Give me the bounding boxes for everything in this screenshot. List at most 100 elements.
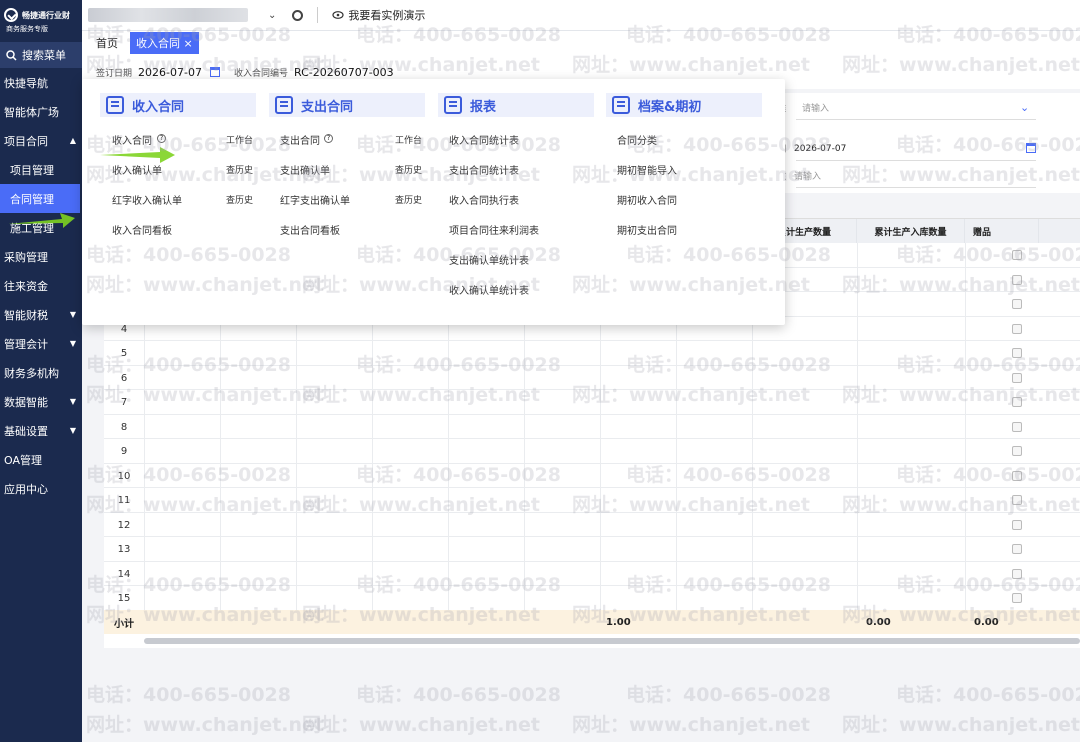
sidebar-item[interactable]: 项目合同 ▲ — [0, 126, 82, 155]
gift-checkbox[interactable] — [1012, 372, 1022, 383]
menu-tool-link[interactable]: 工作台 — [226, 133, 253, 146]
table-row[interactable]: 10 — [104, 464, 1080, 488]
sidebar-item[interactable]: 项目管理 — [0, 155, 82, 184]
chevron-down-icon[interactable]: ⌄ — [268, 10, 276, 21]
sidebar-item[interactable]: 管理会计 ▼ — [0, 329, 82, 358]
sidebar-item[interactable]: 往来资金 — [0, 271, 82, 300]
calendar-icon[interactable] — [209, 67, 220, 77]
category-input[interactable]: 请输入 — [802, 101, 829, 114]
gift-checkbox[interactable] — [1012, 421, 1022, 432]
sidebar-item-label: 应用中心 — [4, 482, 48, 496]
arrow-pointer-icon — [100, 147, 175, 163]
table-row[interactable]: 6 — [104, 366, 1080, 390]
gift-checkbox[interactable] — [1012, 593, 1022, 603]
demo-link[interactable]: 我要看实例演示 — [332, 7, 425, 23]
sidebar-item[interactable]: 快捷导航 — [0, 68, 82, 97]
table-row[interactable]: 5 — [104, 341, 1080, 366]
category-archive-opening: 档案&期初 — [606, 93, 762, 117]
calendar-icon[interactable] — [1026, 143, 1036, 153]
gift-checkbox[interactable] — [1012, 299, 1022, 309]
tab-home[interactable]: 首页 — [92, 32, 122, 54]
table-row[interactable]: 11 — [104, 488, 1080, 513]
menu-item-archive[interactable]: 期初收入合同 — [617, 192, 677, 207]
table-row[interactable]: 14 — [104, 562, 1080, 586]
caret-down-icon[interactable]: ▼ — [70, 426, 76, 435]
menu-item-report[interactable]: 收入合同统计表 — [449, 132, 519, 147]
gift-checkbox[interactable] — [1012, 250, 1022, 260]
table-row[interactable]: 12 — [104, 513, 1080, 537]
sidebar-item[interactable]: 应用中心 — [0, 474, 82, 503]
contract-no-value[interactable]: RC-20260707-003 — [294, 66, 394, 79]
category-reports: 报表 — [438, 93, 594, 117]
menu-tool-link[interactable]: 查历史 — [395, 163, 422, 176]
date-input[interactable]: 2026-07-07 — [794, 144, 846, 154]
menu-item-archive[interactable]: 期初智能导入 — [617, 162, 677, 177]
caret-down-icon[interactable]: ▼ — [70, 397, 76, 406]
sidebar-item[interactable]: 智能财税 ▼ — [0, 300, 82, 329]
sidebar-item-label: 财务多机构 — [4, 366, 59, 380]
caret-up-icon[interactable]: ▲ — [70, 136, 76, 145]
table-row[interactable]: 13 — [104, 537, 1080, 562]
menu-item-report[interactable]: 收入合同执行表 — [449, 192, 519, 207]
table-row[interactable]: 7 — [104, 390, 1080, 415]
gift-checkbox[interactable] — [1012, 323, 1022, 334]
search-menu-button[interactable]: 搜索菜单 — [0, 42, 82, 68]
menu-item-income[interactable]: 红字收入确认单 — [112, 192, 182, 207]
sidebar-item-label: 项目合同 — [4, 134, 48, 148]
menu-item-income[interactable]: 收入确认单 — [112, 162, 162, 177]
menu-tool-link[interactable]: 查历史 — [226, 193, 253, 206]
gear-icon[interactable] — [292, 9, 304, 21]
tab-income-contract[interactable]: 收入合同 × — [130, 32, 199, 54]
help-icon[interactable]: ? — [157, 134, 166, 143]
caret-down-icon[interactable]: ▼ — [70, 339, 76, 348]
sidebar-item[interactable]: 数据智能 ▼ — [0, 387, 82, 416]
horizontal-scrollbar[interactable] — [144, 638, 1080, 644]
account-selector-blurred[interactable] — [88, 8, 248, 22]
logo[interactable]: 畅捷通行业财 商务服务专版 — [0, 0, 82, 42]
gift-checkbox[interactable] — [1012, 348, 1022, 358]
help-icon[interactable]: ? — [324, 134, 333, 143]
income-contract-icon — [106, 96, 124, 114]
sign-date-value[interactable]: 2026-07-07 — [138, 66, 202, 79]
menu-item-income[interactable]: 收入合同看板 — [112, 222, 172, 237]
sidebar-item[interactable]: 财务多机构 — [0, 358, 82, 387]
gift-checkbox[interactable] — [1012, 544, 1022, 554]
sidebar-item[interactable]: 合同管理 — [0, 184, 80, 213]
menu-tool-link[interactable]: 查历史 — [395, 193, 422, 206]
row-number: 13 — [117, 544, 131, 555]
gift-checkbox[interactable] — [1012, 274, 1022, 285]
sidebar-item[interactable]: 智能体广场 — [0, 97, 82, 126]
table-row[interactable]: 15 — [104, 586, 1080, 611]
menu-tool-link[interactable]: 工作台 — [395, 133, 422, 146]
demo-label: 我要看实例演示 — [348, 9, 426, 22]
table-row[interactable]: 8 — [104, 415, 1080, 439]
sidebar-item[interactable]: OA管理 — [0, 445, 82, 474]
menu-item-report[interactable]: 项目合同往来利润表 — [449, 222, 539, 237]
menu-item-expense[interactable]: 支出确认单 — [280, 162, 330, 177]
menu-item-income[interactable]: 收入合同 — [112, 132, 152, 147]
gift-checkbox[interactable] — [1012, 397, 1022, 407]
row-number: 10 — [117, 470, 131, 482]
gift-checkbox[interactable] — [1012, 470, 1022, 481]
menu-tool-link[interactable]: 查历史 — [226, 163, 253, 176]
remark-input[interactable]: 请输入 — [794, 169, 821, 182]
chevron-down-icon[interactable]: ⌄ — [1020, 101, 1029, 114]
menu-item-expense[interactable]: 红字支出确认单 — [280, 192, 350, 207]
gift-checkbox[interactable] — [1012, 568, 1022, 579]
gift-checkbox[interactable] — [1012, 495, 1022, 505]
sidebar-item-label: 合同管理 — [10, 192, 54, 206]
menu-item-archive[interactable]: 期初支出合同 — [617, 222, 677, 237]
menu-item-archive[interactable]: 合同分类 — [617, 132, 657, 147]
sidebar-item[interactable]: 基础设置 ▼ — [0, 416, 82, 445]
caret-down-icon[interactable]: ▼ — [70, 310, 76, 319]
gift-checkbox[interactable] — [1012, 446, 1022, 456]
divider — [317, 7, 319, 23]
menu-item-report[interactable]: 支出确认单统计表 — [449, 252, 529, 267]
menu-item-expense[interactable]: 支出合同 — [280, 132, 320, 147]
menu-item-report[interactable]: 支出合同统计表 — [449, 162, 519, 177]
menu-item-report[interactable]: 收入确认单统计表 — [449, 282, 529, 297]
menu-item-expense[interactable]: 支出合同看板 — [280, 222, 340, 237]
sidebar-item[interactable]: 采购管理 — [0, 242, 82, 271]
gift-checkbox[interactable] — [1012, 519, 1022, 530]
table-row[interactable]: 9 — [104, 439, 1080, 464]
